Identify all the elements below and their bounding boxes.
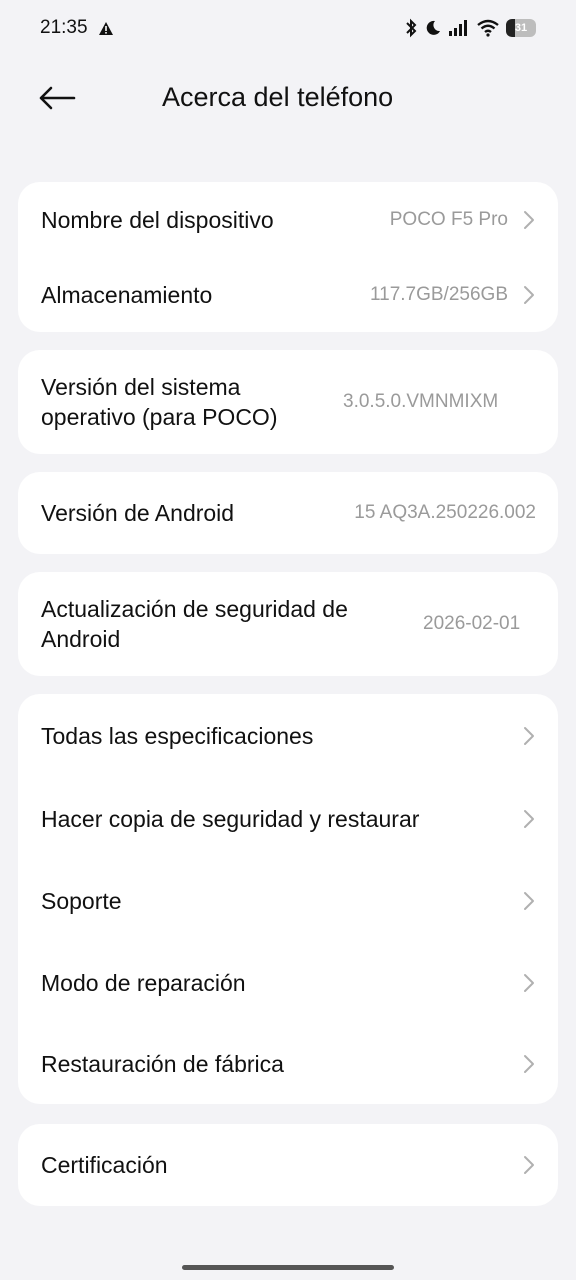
android-version-label: Versión de Android	[41, 500, 235, 526]
chevron-right-icon	[522, 972, 536, 994]
chevron-right-icon	[522, 890, 536, 912]
signal-icon	[448, 19, 470, 37]
backup-restore-label: Hacer copia de seguridad y restaurar	[41, 806, 420, 832]
backup-restore-row[interactable]: Hacer copia de seguridad y restaurar	[18, 778, 558, 860]
bluetooth-icon	[404, 18, 418, 38]
home-indicator[interactable]	[182, 1265, 394, 1270]
more-options-card: Todas las especificaciones Hacer copia d…	[18, 694, 558, 1104]
chevron-right-icon	[522, 209, 536, 231]
page-title: Acerca del teléfono	[162, 82, 394, 112]
certification-label: Certificación	[41, 1152, 168, 1178]
support-label: Soporte	[41, 888, 122, 914]
chevron-right-icon	[522, 284, 536, 306]
battery-level: 31	[514, 22, 528, 34]
support-row[interactable]: Soporte	[18, 860, 558, 942]
storage-label: Almacenamiento	[41, 282, 213, 308]
chevron-right-icon	[522, 1053, 536, 1075]
android-version-card: Versión de Android 15 AQ3A.250226.002	[18, 472, 558, 554]
status-bar: 21:35 31	[0, 0, 576, 56]
os-version-row[interactable]: Versión del sistema operativo (para POCO…	[18, 350, 558, 454]
back-button[interactable]	[32, 78, 82, 118]
chevron-right-icon	[522, 725, 536, 747]
os-version-card: Versión del sistema operativo (para POCO…	[18, 350, 558, 454]
device-card: Nombre del dispositivo POCO F5 Pro Almac…	[18, 182, 558, 332]
security-update-row[interactable]: Actualización de seguridad de Android 20…	[18, 572, 558, 676]
device-name-row[interactable]: Nombre del dispositivo POCO F5 Pro	[18, 182, 558, 258]
factory-reset-row[interactable]: Restauración de fábrica	[18, 1024, 558, 1104]
all-specs-label: Todas las especificaciones	[41, 723, 314, 749]
battery-icon: 31	[506, 19, 536, 37]
security-update-label: Actualización de seguridad de Android	[41, 596, 348, 652]
all-specs-row[interactable]: Todas las especificaciones	[18, 694, 558, 778]
status-left: 21:35	[40, 17, 114, 39]
android-version-value: 15 AQ3A.250226.002	[354, 502, 536, 523]
wifi-icon	[476, 19, 500, 37]
chevron-right-icon	[522, 808, 536, 830]
certification-row[interactable]: Certificación	[18, 1124, 558, 1206]
os-version-value: 3.0.5.0.VMNMIXM	[343, 391, 499, 412]
factory-reset-label: Restauración de fábrica	[41, 1051, 284, 1077]
device-name-label: Nombre del dispositivo	[41, 207, 274, 233]
repair-mode-row[interactable]: Modo de reparación	[18, 942, 558, 1024]
os-version-label: Versión del sistema operativo (para POCO…	[41, 374, 278, 430]
certification-card: Certificación	[18, 1124, 558, 1206]
moon-icon	[424, 19, 442, 37]
chevron-right-icon	[522, 1154, 536, 1176]
alert-triangle-icon	[98, 21, 114, 36]
security-update-card: Actualización de seguridad de Android 20…	[18, 572, 558, 676]
storage-row[interactable]: Almacenamiento 117.7GB/256GB	[18, 258, 558, 332]
status-time: 21:35	[40, 17, 88, 38]
device-name-value: POCO F5 Pro	[389, 209, 508, 230]
android-version-row[interactable]: Versión de Android 15 AQ3A.250226.002	[18, 472, 558, 554]
header: Acerca del teléfono	[0, 60, 576, 140]
repair-mode-label: Modo de reparación	[41, 970, 246, 996]
storage-value: 117.7GB/256GB	[369, 284, 508, 305]
arrow-left-icon	[39, 86, 76, 110]
status-right: 31	[404, 18, 536, 38]
security-update-value: 2026-02-01	[423, 613, 521, 634]
